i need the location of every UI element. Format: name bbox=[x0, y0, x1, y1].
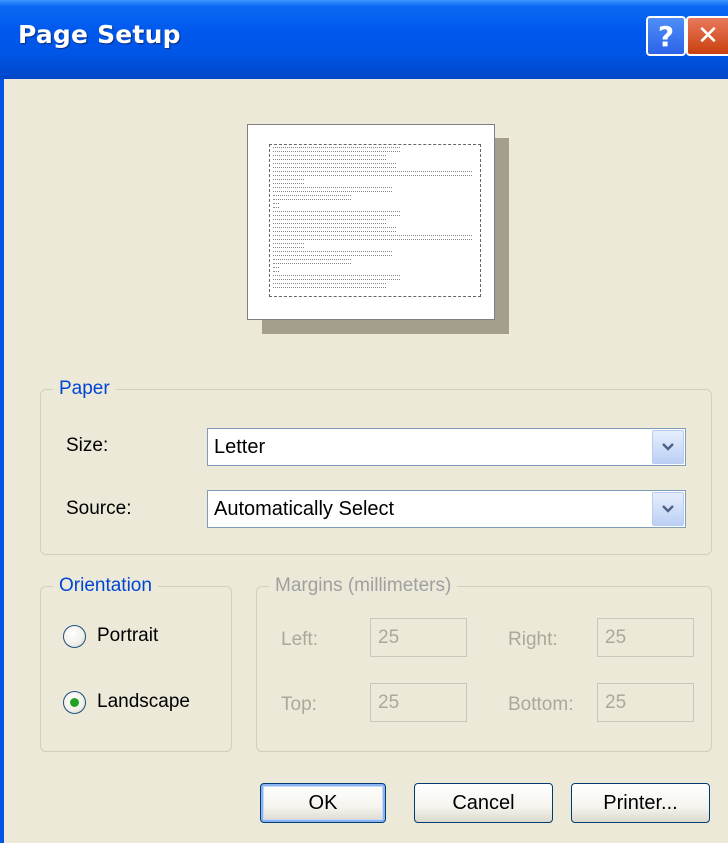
margins-group: Margins (millimeters) bbox=[256, 573, 712, 752]
portrait-radio[interactable] bbox=[63, 625, 86, 648]
printer-button[interactable]: Printer... bbox=[571, 783, 710, 823]
chevron-down-icon bbox=[662, 505, 674, 513]
source-dropdown-button[interactable] bbox=[652, 492, 684, 526]
chevron-down-icon bbox=[662, 443, 674, 451]
cancel-button[interactable]: Cancel bbox=[414, 783, 553, 823]
close-button[interactable]: ✕ bbox=[686, 16, 728, 56]
left-margin-label: Left: bbox=[281, 629, 318, 650]
paper-group: Paper bbox=[40, 376, 712, 555]
window-title: Page Setup bbox=[18, 20, 181, 49]
radio-selected-dot bbox=[70, 698, 79, 707]
preview-margin-outline bbox=[269, 144, 481, 297]
size-dropdown-value: Letter bbox=[214, 436, 266, 458]
bottom-margin-label: Bottom: bbox=[508, 694, 574, 715]
help-button[interactable]: ? bbox=[646, 16, 686, 56]
ok-button[interactable]: OK bbox=[260, 783, 386, 823]
source-label: Source: bbox=[66, 498, 132, 519]
close-icon: ✕ bbox=[697, 21, 719, 51]
help-icon: ? bbox=[657, 19, 675, 53]
top-margin-label: Top: bbox=[281, 694, 317, 715]
cancel-button-label: Cancel bbox=[452, 791, 515, 814]
portrait-label[interactable]: Portrait bbox=[97, 624, 158, 648]
bottom-margin-field[interactable]: 25 bbox=[597, 683, 694, 722]
margins-group-title: Margins (millimeters) bbox=[269, 573, 458, 599]
top-margin-field[interactable]: 25 bbox=[370, 683, 467, 722]
window-frame-left bbox=[0, 79, 4, 843]
ok-button-label: OK bbox=[308, 791, 338, 814]
source-dropdown-value: Automatically Select bbox=[214, 498, 395, 520]
landscape-radio[interactable] bbox=[63, 691, 86, 714]
page-preview bbox=[247, 124, 495, 320]
size-dropdown[interactable]: Letter bbox=[207, 428, 686, 466]
preview-sample-text bbox=[273, 147, 478, 291]
right-margin-field[interactable]: 25 bbox=[597, 618, 694, 657]
size-label: Size: bbox=[66, 435, 109, 456]
title-bar[interactable]: Page Setup ? ✕ bbox=[0, 0, 728, 79]
left-margin-field[interactable]: 25 bbox=[370, 618, 467, 657]
printer-button-label: Printer... bbox=[603, 791, 678, 814]
right-margin-label: Right: bbox=[508, 629, 558, 650]
size-dropdown-button[interactable] bbox=[652, 430, 684, 464]
landscape-label[interactable]: Landscape bbox=[97, 690, 190, 714]
orientation-group-title: Orientation bbox=[53, 573, 158, 599]
paper-group-title: Paper bbox=[53, 376, 116, 402]
orientation-group: Orientation bbox=[40, 573, 232, 752]
source-dropdown[interactable]: Automatically Select bbox=[207, 490, 686, 528]
